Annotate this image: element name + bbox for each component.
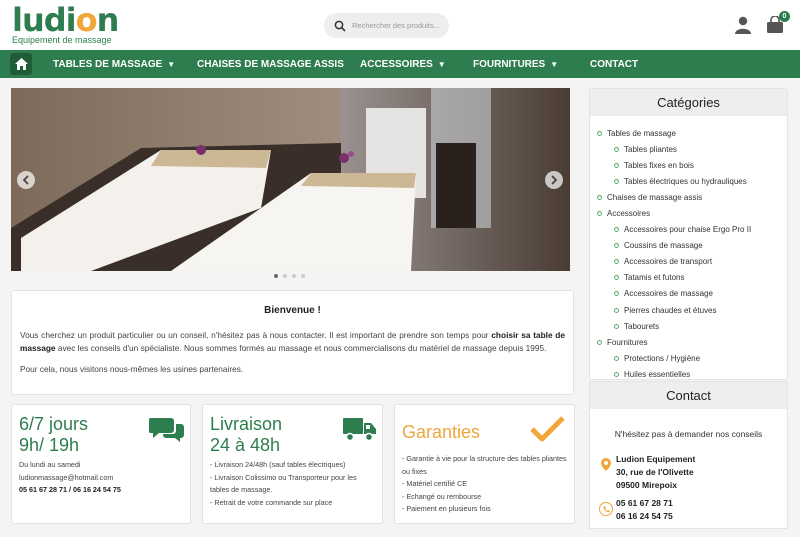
contact-widget: Contact N'hésitez pas à demander nos con… (589, 381, 788, 529)
map-pin-icon (601, 458, 611, 471)
bullet-icon (597, 130, 602, 136)
home-icon (14, 58, 28, 70)
bullet-icon (614, 275, 619, 281)
bullet-icon (614, 307, 619, 313)
welcome-title: Bienvenue ! (264, 305, 321, 316)
chat-bubbles-icon (149, 418, 184, 442)
category-item[interactable]: Tables fixes en bois (597, 157, 787, 173)
slider-dot[interactable] (283, 274, 287, 278)
category-item[interactable]: Accessoires pour chaise Ergo Pro II (597, 222, 787, 238)
categories-sidebar: Catégories Tables de massage Tables plia… (589, 88, 788, 380)
slider-next-button[interactable] (545, 171, 563, 189)
bullet-icon (597, 211, 602, 217)
cart-count-badge: 0 (779, 11, 790, 22)
contact-message: N'hésitez pas à demander nos conseils (614, 429, 763, 439)
bullet-icon (614, 259, 619, 265)
category-item[interactable]: Accessoires (597, 205, 787, 221)
search-icon[interactable] (334, 20, 346, 32)
category-item[interactable]: Tables pliantes (597, 141, 787, 157)
slider-dot[interactable] (301, 274, 305, 278)
category-item[interactable]: Tatamis et futons (597, 270, 787, 286)
hours-days: Du lundi au samedi (19, 460, 81, 469)
categories-title: Catégories (590, 89, 787, 116)
category-item[interactable]: Pierres chaudes et étuves (597, 302, 787, 318)
category-item[interactable]: Protections / Hygiène (597, 350, 787, 366)
slide-image (11, 88, 570, 271)
guarantee-item: - Garantie à vie pour la structure des t… (402, 454, 567, 476)
delivery-item: - Livraison 24/48h (sauf tables électriq… (210, 460, 346, 469)
contact-address: Ludion Equipement 30, rue de l'Olivette … (616, 454, 696, 490)
checkmark-icon (530, 416, 565, 442)
chevron-down-icon: ▼ (167, 59, 176, 69)
slider-dots (274, 274, 305, 278)
bullet-icon (614, 146, 619, 152)
bullet-icon (614, 243, 619, 249)
chevron-down-icon: ▼ (437, 59, 446, 69)
category-item[interactable]: Chaises de massage assis (597, 189, 787, 205)
category-item[interactable]: Accessoires de transport (597, 254, 787, 270)
contact-title: Contact (590, 382, 787, 409)
nav-item-chaises[interactable]: Chaises de massage assis (197, 50, 344, 78)
slider-dot[interactable] (274, 274, 278, 278)
hours-card: 6/7 jours 9h/ 19h Du lundi au samedi lud… (11, 404, 191, 524)
chevron-down-icon: ▼ (550, 59, 559, 69)
chevron-left-icon (22, 175, 29, 185)
delivery-item: - Livraison Colissimo ou Transporteur po… (210, 472, 357, 495)
nav-item-tables[interactable]: Tables de massage ▼ (53, 50, 175, 78)
category-item[interactable]: Tabourets (597, 318, 787, 334)
delivery-card: Livraison 24 à 48h - Livraison 24/48h (s… (202, 404, 383, 524)
welcome-box: Bienvenue ! Vous cherchez un produit par… (11, 290, 574, 395)
contact-email[interactable]: ludionmassage@hotmail.com (19, 472, 183, 485)
contact-phones[interactable]: 05 61 67 28 71 / 06 16 24 54 75 (19, 484, 183, 497)
user-icon[interactable] (735, 16, 751, 34)
guarantee-item: - Paiement en plusieurs fois (402, 504, 491, 513)
bullet-icon (614, 291, 619, 297)
hero-slider[interactable] (11, 88, 570, 271)
nav-item-contact[interactable]: Contact (590, 50, 638, 78)
category-item[interactable]: Tables électriques ou hydrauliques (597, 173, 787, 189)
phone-icon (599, 502, 613, 516)
search-bar[interactable] (324, 13, 449, 38)
bullet-icon (614, 178, 619, 184)
category-list: Tables de massage Tables pliantes Tables… (590, 116, 787, 383)
bullet-icon (614, 323, 619, 329)
bullet-icon (597, 194, 602, 200)
search-input[interactable] (352, 21, 447, 30)
logo-wordmark: ludion (12, 1, 119, 39)
category-item[interactable]: Tables de massage (597, 125, 787, 141)
main-nav: Tables de massage ▼ Chaises de massage as… (0, 50, 800, 78)
logo-tagline: Equipement de massage (12, 35, 112, 45)
slider-dot[interactable] (292, 274, 296, 278)
bullet-icon (614, 355, 619, 361)
bullet-icon (597, 339, 602, 345)
bullet-icon (614, 227, 619, 233)
logo[interactable]: ludion Equipement de massage (12, 1, 119, 45)
chevron-right-icon (551, 175, 558, 185)
guarantee-card: Garanties - Garantie à vie pour la struc… (394, 404, 575, 524)
home-button[interactable] (10, 53, 32, 75)
nav-item-fournitures[interactable]: Fournitures ▼ (473, 50, 558, 78)
category-item[interactable]: Accessoires de massage (597, 286, 787, 302)
welcome-text-2: Pour cela, nous visitons nous-mêmes les … (20, 364, 244, 374)
nav-item-accessoires[interactable]: Accessoires ▼ (360, 50, 446, 78)
contact-phones-list[interactable]: 05 61 67 28 71 06 16 24 54 75 (616, 497, 673, 523)
guarantee-item: - Matériel certifié CE (402, 479, 468, 488)
category-item[interactable]: Coussins de massage (597, 238, 787, 254)
delivery-item: - Retrait de votre commande sur place (210, 497, 333, 507)
slider-prev-button[interactable] (17, 171, 35, 189)
truck-icon (343, 418, 376, 442)
bullet-icon (614, 371, 619, 377)
bullet-icon (614, 162, 619, 168)
category-item[interactable]: Fournitures (597, 334, 787, 350)
site-header: ludion Equipement de massage 0 (0, 0, 800, 50)
welcome-text: Vous cherchez un produit particulier ou … (20, 330, 565, 353)
guarantee-item: - Echangé ou rembourse (402, 491, 482, 501)
